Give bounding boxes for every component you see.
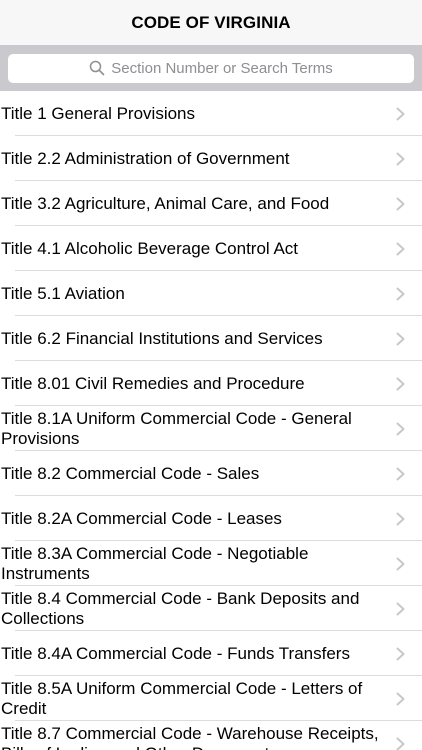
- chevron-right-icon: [396, 647, 405, 661]
- list-item[interactable]: Title 4.1 Alcoholic Beverage Control Act: [0, 226, 422, 271]
- list-item[interactable]: Title 8.4 Commercial Code - Bank Deposit…: [0, 586, 422, 631]
- chevron-right-icon: [396, 512, 405, 526]
- title-list: Title 1 General Provisions Title 2.2 Adm…: [0, 91, 422, 750]
- chevron-right-icon: [396, 107, 405, 121]
- page-title: CODE OF VIRGINIA: [131, 12, 291, 32]
- list-item[interactable]: Title 5.1 Aviation: [0, 271, 422, 316]
- list-item[interactable]: Title 6.2 Financial Institutions and Ser…: [0, 316, 422, 361]
- title-label: Title 8.7 Commercial Code - Warehouse Re…: [1, 723, 379, 750]
- chevron-right-icon: [396, 737, 405, 750]
- chevron-right-icon: [396, 287, 405, 301]
- list-item[interactable]: Title 8.01 Civil Remedies and Procedure: [0, 361, 422, 406]
- list-item[interactable]: Title 2.2 Administration of Government: [0, 136, 422, 181]
- title-label: Title 3.2 Agriculture, Animal Care, and …: [1, 193, 330, 213]
- list-item[interactable]: Title 8.5A Uniform Commercial Code - Let…: [0, 676, 422, 721]
- list-item[interactable]: Title 8.7 Commercial Code - Warehouse Re…: [0, 721, 422, 750]
- chevron-right-icon: [396, 602, 405, 616]
- search-icon: [89, 60, 105, 76]
- title-label: Title 8.4 Commercial Code - Bank Deposit…: [1, 588, 360, 628]
- chevron-right-icon: [396, 332, 405, 346]
- chevron-right-icon: [396, 557, 405, 571]
- title-label: Title 8.5A Uniform Commercial Code - Let…: [1, 678, 363, 718]
- title-label: Title 8.2 Commercial Code - Sales: [1, 463, 260, 483]
- chevron-right-icon: [396, 242, 405, 256]
- search-bar: Section Number or Search Terms: [0, 45, 422, 91]
- title-label: Title 6.2 Financial Institutions and Ser…: [1, 328, 323, 348]
- chevron-right-icon: [396, 692, 405, 706]
- chevron-right-icon: [396, 197, 405, 211]
- navigation-bar: CODE OF VIRGINIA: [0, 0, 422, 45]
- title-label: Title 8.01 Civil Remedies and Procedure: [1, 373, 305, 393]
- list-item[interactable]: Title 3.2 Agriculture, Animal Care, and …: [0, 181, 422, 226]
- list-item[interactable]: Title 8.3A Commercial Code - Negotiable …: [0, 541, 422, 586]
- search-placeholder: Section Number or Search Terms: [111, 59, 333, 77]
- title-label: Title 8.2A Commercial Code - Leases: [1, 508, 282, 528]
- app-screen: CODE OF VIRGINIA Section Number or Searc…: [0, 0, 422, 750]
- list-item[interactable]: Title 8.1A Uniform Commercial Code - Gen…: [0, 406, 422, 451]
- title-label: Title 1 General Provisions: [1, 103, 196, 123]
- chevron-right-icon: [396, 467, 405, 481]
- title-label: Title 2.2 Administration of Government: [1, 148, 290, 168]
- title-label: Title 8.4A Commercial Code - Funds Trans…: [1, 643, 350, 663]
- title-label: Title 8.1A Uniform Commercial Code - Gen…: [1, 408, 352, 448]
- list-item[interactable]: Title 8.2A Commercial Code - Leases: [0, 496, 422, 541]
- title-label: Title 5.1 Aviation: [1, 283, 125, 303]
- title-label: Title 4.1 Alcoholic Beverage Control Act: [1, 238, 299, 258]
- title-label: Title 8.3A Commercial Code - Negotiable …: [1, 543, 309, 583]
- list-item[interactable]: Title 8.2 Commercial Code - Sales: [0, 451, 422, 496]
- chevron-right-icon: [396, 377, 405, 391]
- chevron-right-icon: [396, 422, 405, 436]
- search-input[interactable]: Section Number or Search Terms: [8, 53, 414, 83]
- chevron-right-icon: [396, 152, 405, 166]
- list-item[interactable]: Title 8.4A Commercial Code - Funds Trans…: [0, 631, 422, 676]
- list-item[interactable]: Title 1 General Provisions: [0, 91, 422, 136]
